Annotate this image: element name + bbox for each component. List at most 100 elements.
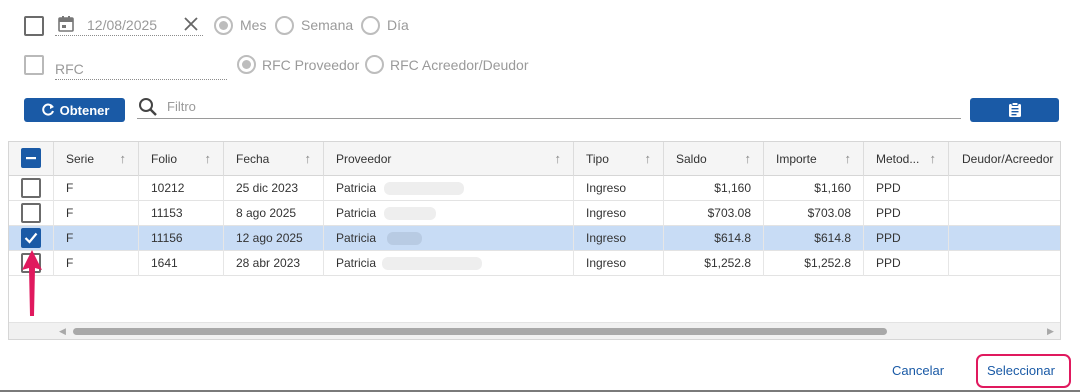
cell-metodo: PPD <box>876 181 901 195</box>
cell-fecha: 28 abr 2023 <box>236 256 301 270</box>
cancel-button[interactable]: Cancelar <box>892 363 944 378</box>
col-header-deudor[interactable]: Deudor/Acreedor <box>949 142 1060 176</box>
col-deudor-label: Deudor/Acreedor <box>962 152 1054 166</box>
cell-folio: 1641 <box>151 256 178 270</box>
cell-metodo: PPD <box>876 206 901 220</box>
radio-mes[interactable] <box>214 16 233 35</box>
scroll-right-icon[interactable]: ▶ <box>1047 326 1054 337</box>
sort-arrow-icon[interactable]: ↑ <box>745 142 752 176</box>
radio-mes-label: Mes <box>240 17 267 33</box>
radio-rfc-proveedor-label: RFC Proveedor <box>262 57 360 73</box>
cell-serie: F <box>66 256 74 270</box>
sort-arrow-icon[interactable]: ↑ <box>120 142 127 176</box>
search-icon <box>139 98 157 116</box>
radio-rfc-acreedor[interactable] <box>365 55 384 74</box>
radio-rfc-proveedor[interactable] <box>237 55 256 74</box>
col-header-saldo[interactable]: Saldo ↑ <box>664 142 764 176</box>
col-tipo-label: Tipo <box>586 152 609 166</box>
radio-dia-label: Día <box>387 17 409 33</box>
radio-dia[interactable] <box>361 16 380 35</box>
cell-proveedor: Patricia <box>336 256 377 270</box>
cell-tipo: Ingreso <box>586 231 627 245</box>
cell-fecha: 25 dic 2023 <box>236 181 299 195</box>
cell-tipo: Ingreso <box>586 256 627 270</box>
radio-semana[interactable] <box>275 16 294 35</box>
horizontal-scrollbar[interactable]: ◀ ▶ <box>9 322 1060 339</box>
table-row-selected[interactable]: F 11156 12 ago 2025 Patricia Ingreso $61… <box>9 226 1060 251</box>
cell-saldo: $1,160 <box>714 181 751 195</box>
select-all-cell <box>9 142 54 176</box>
cell-tipo: Ingreso <box>586 206 627 220</box>
obtener-button[interactable]: Obtener <box>24 98 125 122</box>
date-input-underline <box>55 35 203 36</box>
cell-folio: 11153 <box>151 206 183 220</box>
redacted-text <box>382 257 482 270</box>
cell-proveedor: Patricia <box>336 231 377 245</box>
results-grid: Serie ↑ Folio ↑ Fecha ↑ Proveedor ↑ Tipo ↑ Sa… <box>8 141 1061 340</box>
cell-tipo: Ingreso <box>586 181 627 195</box>
obtener-button-label: Obtener <box>59 102 110 118</box>
col-metodo-label: Metod... <box>876 152 920 166</box>
filter-input[interactable]: Filtro <box>167 99 196 114</box>
row-checkbox[interactable] <box>21 203 41 223</box>
col-header-tipo[interactable]: Tipo ↑ <box>574 142 664 176</box>
cell-folio: 11156 <box>151 231 183 245</box>
checkmark-icon <box>24 232 38 244</box>
rfc-filter-checkbox[interactable] <box>24 55 44 75</box>
col-header-metodo[interactable]: Metod... ↑ <box>864 142 949 176</box>
cell-fecha: 12 ago 2025 <box>236 231 303 245</box>
sort-arrow-icon[interactable]: ↑ <box>205 142 212 176</box>
indeterminate-icon <box>26 157 36 160</box>
row-checkbox[interactable] <box>21 178 41 198</box>
col-serie-label: Serie <box>66 152 95 166</box>
scroll-left-icon[interactable]: ◀ <box>59 326 66 337</box>
cell-proveedor: Patricia <box>336 181 377 195</box>
sort-arrow-icon[interactable]: ↑ <box>305 142 312 176</box>
col-header-fecha[interactable]: Fecha ↑ <box>224 142 324 176</box>
col-proveedor-label: Proveedor <box>336 152 392 166</box>
scrollbar-thumb[interactable] <box>73 328 887 335</box>
sort-arrow-icon[interactable]: ↑ <box>930 142 937 176</box>
redacted-text <box>384 182 464 195</box>
clipboard-icon <box>1008 102 1021 117</box>
cell-importe: $1,160 <box>814 181 851 195</box>
table-row[interactable]: F 11153 8 ago 2025 Patricia Ingreso $703… <box>9 201 1060 226</box>
redacted-text <box>384 207 436 220</box>
col-header-folio[interactable]: Folio ↑ <box>139 142 224 176</box>
rfc-input[interactable]: RFC <box>55 61 84 77</box>
date-input[interactable]: 12/08/2025 <box>87 17 157 33</box>
col-saldo-label: Saldo <box>676 152 707 166</box>
clipboard-button[interactable] <box>970 98 1059 122</box>
col-header-serie[interactable]: Serie ↑ <box>54 142 139 176</box>
row-checkbox-checked[interactable] <box>21 228 41 248</box>
col-header-proveedor[interactable]: Proveedor ↑ <box>324 142 574 176</box>
redacted-text <box>387 232 422 245</box>
cell-saldo: $614.8 <box>714 231 751 245</box>
cell-proveedor: Patricia <box>336 206 377 220</box>
cell-fecha: 8 ago 2025 <box>236 206 297 220</box>
cell-importe: $1,252.8 <box>804 256 851 270</box>
sort-arrow-icon[interactable]: ↑ <box>555 142 562 176</box>
cell-saldo: $1,252.8 <box>704 256 751 270</box>
cell-serie: F <box>66 181 74 195</box>
date-filter-checkbox[interactable] <box>24 16 44 36</box>
sort-arrow-icon[interactable]: ↑ <box>645 142 652 176</box>
table-row[interactable]: F 10212 25 dic 2023 Patricia Ingreso $1,… <box>9 176 1060 201</box>
table-row[interactable]: F 1641 28 abr 2023 Patricia Ingreso $1,2… <box>9 251 1060 276</box>
radio-rfc-acreedor-label: RFC Acreedor/Deudor <box>390 57 529 73</box>
select-button[interactable]: Seleccionar <box>987 363 1055 378</box>
grid-header: Serie ↑ Folio ↑ Fecha ↑ Proveedor ↑ Tipo ↑ Sa… <box>9 142 1060 176</box>
cell-serie: F <box>66 231 74 245</box>
calendar-icon[interactable] <box>57 15 75 33</box>
clear-date-icon[interactable] <box>183 16 199 32</box>
sort-arrow-icon[interactable]: ↑ <box>845 142 852 176</box>
filter-input-underline <box>137 118 961 119</box>
refresh-icon <box>41 103 54 116</box>
col-header-importe[interactable]: Importe ↑ <box>764 142 864 176</box>
cell-importe: $703.08 <box>807 206 851 220</box>
select-all-checkbox[interactable] <box>21 148 41 168</box>
col-fecha-label: Fecha <box>236 152 270 166</box>
rfc-input-underline <box>55 79 227 80</box>
annotation-arrow-icon <box>22 250 42 316</box>
cell-saldo: $703.08 <box>707 206 751 220</box>
